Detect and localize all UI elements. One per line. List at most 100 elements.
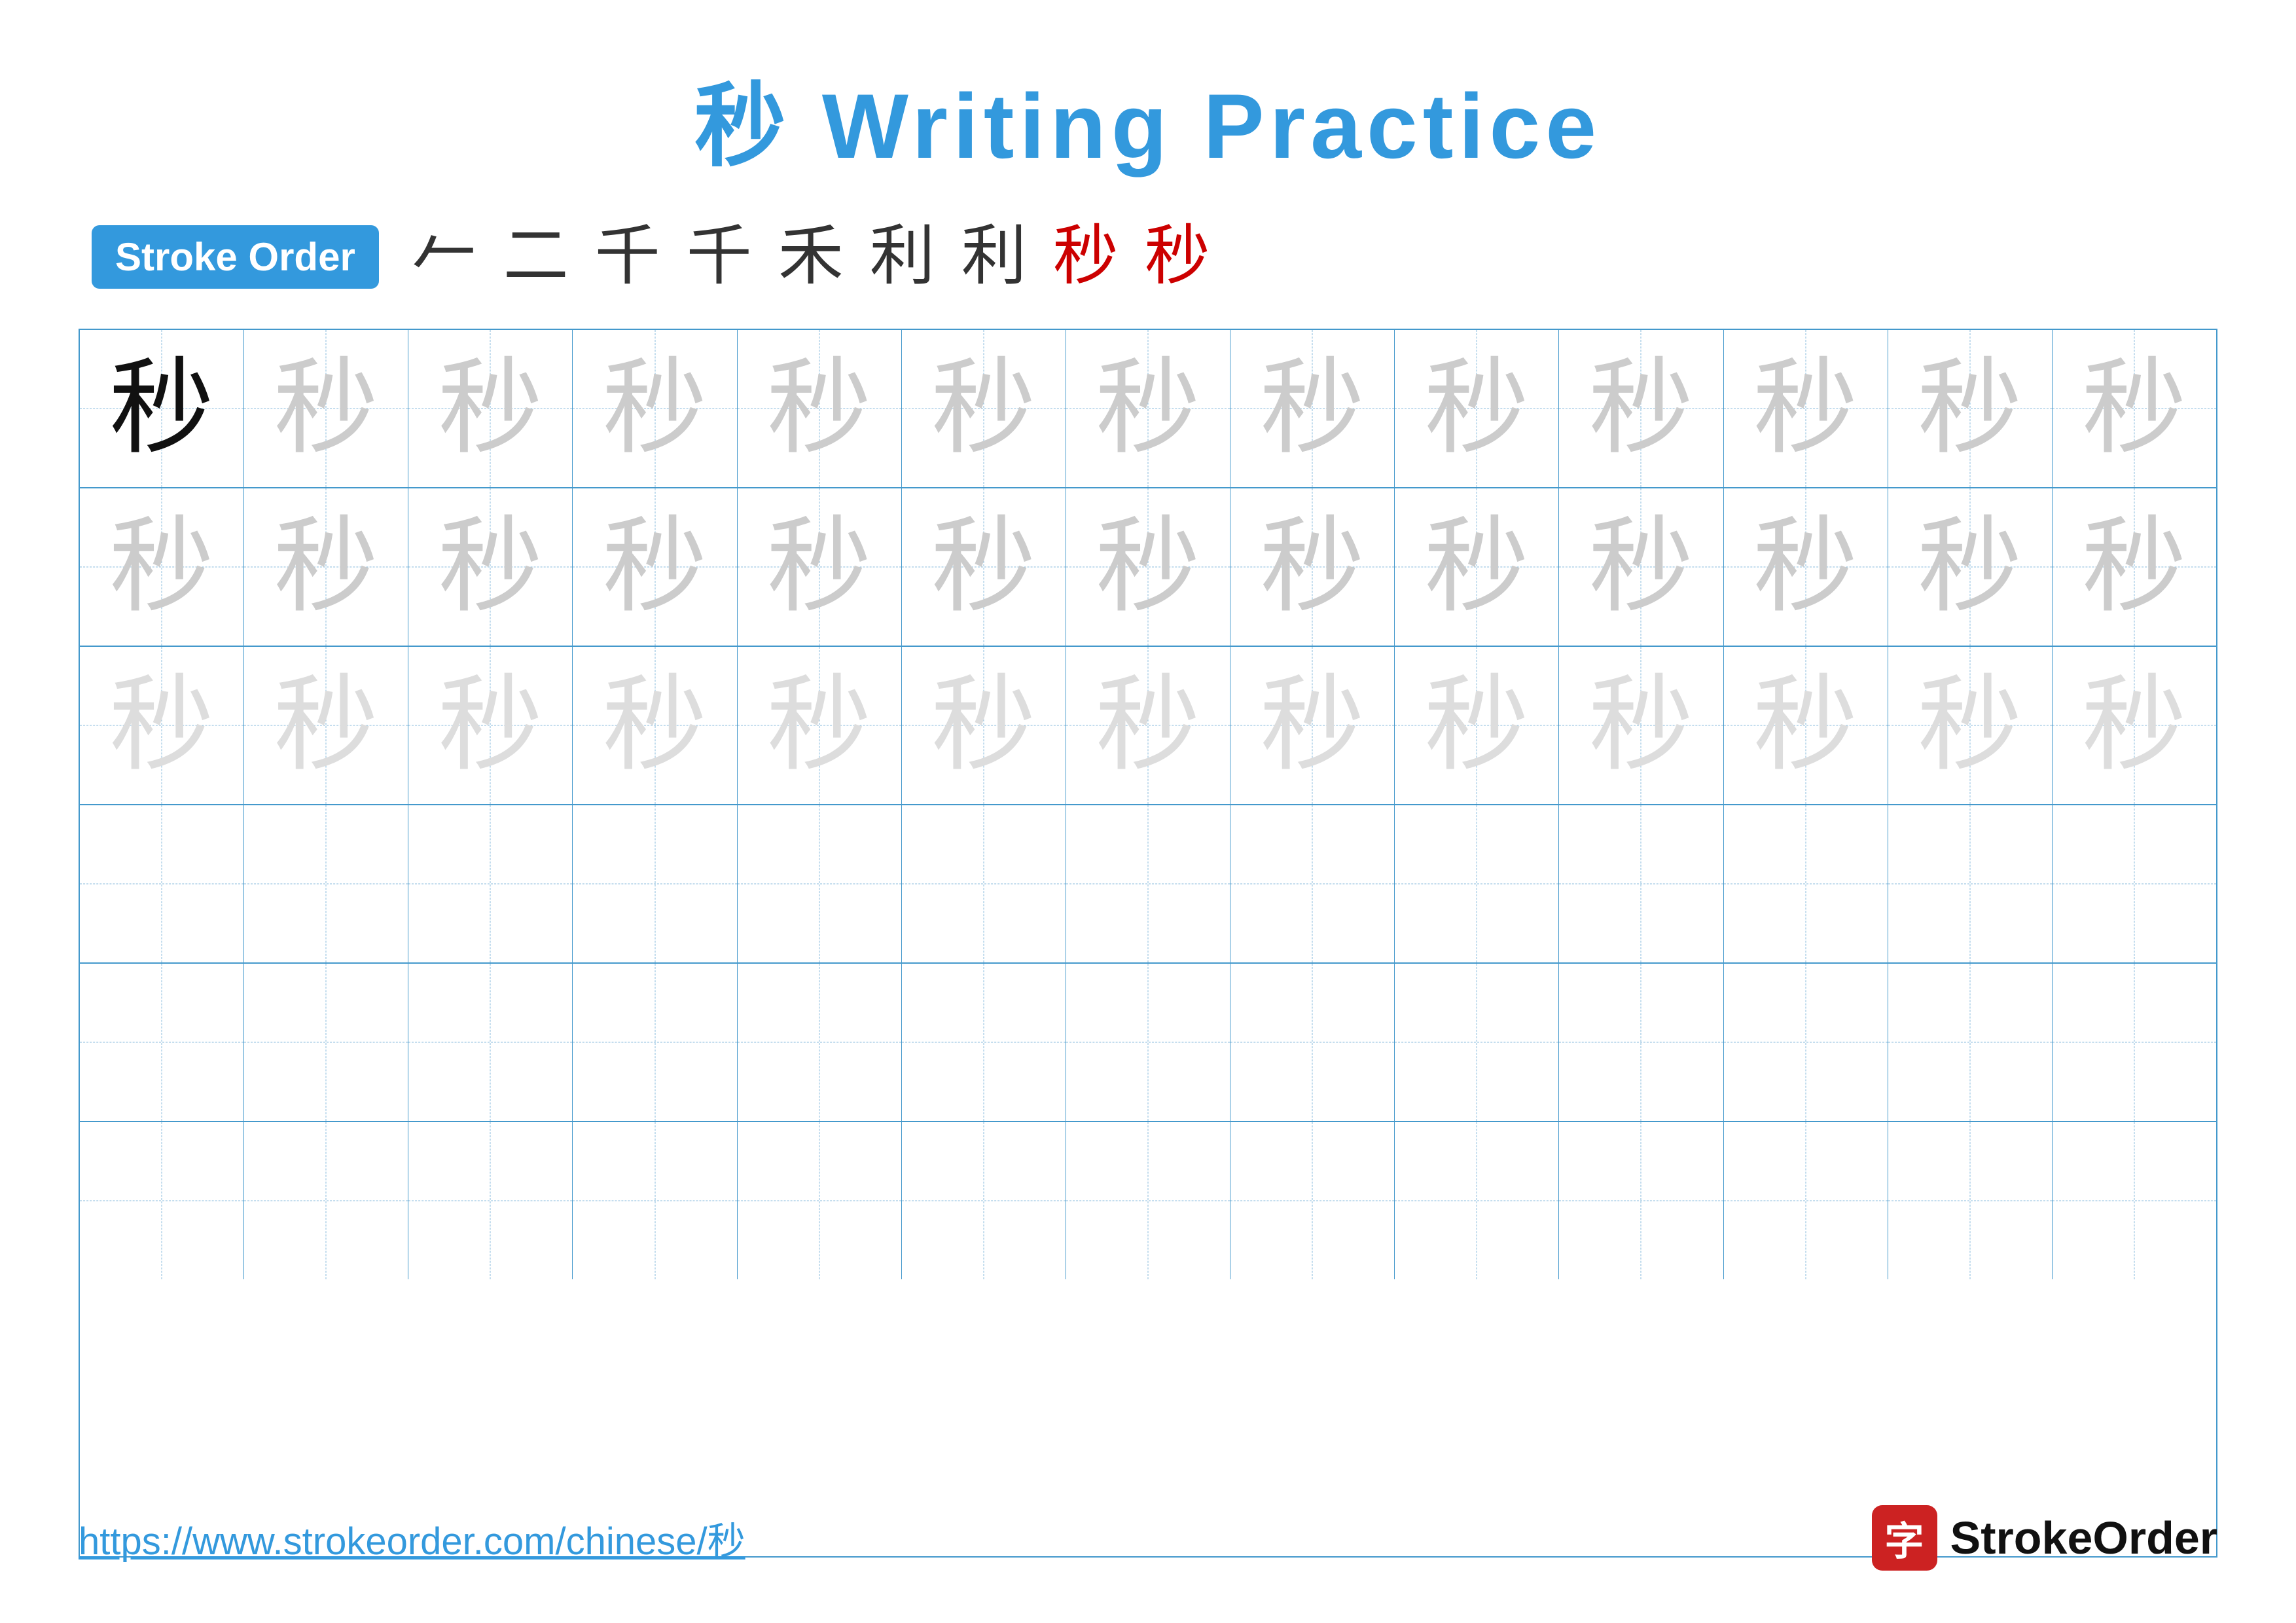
page: 秒 Writing Practice Stroke Order 𠂉 二 千 千 … [0, 0, 2296, 1623]
grid-cell-2-6[interactable]: 秒 [902, 488, 1066, 646]
grid-cell-6-1[interactable] [80, 1122, 244, 1279]
grid-cell-3-11[interactable]: 秒 [1724, 647, 1888, 804]
grid-cell-5-9[interactable] [1395, 964, 1559, 1121]
grid-cell-3-4[interactable]: 秒 [573, 647, 737, 804]
grid-cell-5-13[interactable] [2053, 964, 2216, 1121]
grid-cell-3-6[interactable]: 秒 [902, 647, 1066, 804]
grid-row-6 [80, 1122, 2216, 1279]
grid-cell-4-2[interactable] [244, 805, 408, 962]
grid-cell-2-11[interactable]: 秒 [1724, 488, 1888, 646]
stroke-step-1: 𠂉 [412, 224, 477, 289]
grid-cell-6-2[interactable] [244, 1122, 408, 1279]
grid-cell-4-1[interactable] [80, 805, 244, 962]
grid-cell-4-3[interactable] [408, 805, 573, 962]
grid-cell-4-7[interactable] [1066, 805, 1230, 962]
grid-cell-4-13[interactable] [2053, 805, 2216, 962]
stroke-step-6: 利 [870, 224, 935, 289]
grid-cell-5-11[interactable] [1724, 964, 1888, 1121]
grid-cell-2-7[interactable]: 秒 [1066, 488, 1230, 646]
grid-cell-5-10[interactable] [1559, 964, 1723, 1121]
stroke-order-row: Stroke Order 𠂉 二 千 千 禾 利 利 秒 秒 [79, 224, 2217, 289]
grid-cell-3-7[interactable]: 秒 [1066, 647, 1230, 804]
grid-cell-1-9[interactable]: 秒 [1395, 330, 1559, 487]
grid-cell-2-13[interactable]: 秒 [2053, 488, 2216, 646]
grid-cell-5-7[interactable] [1066, 964, 1230, 1121]
grid-cell-1-5[interactable]: 秒 [738, 330, 902, 487]
stroke-step-7: 利 [961, 224, 1027, 289]
grid-cell-2-12[interactable]: 秒 [1888, 488, 2053, 646]
grid-cell-2-9[interactable]: 秒 [1395, 488, 1559, 646]
footer-logo: 字 StrokeOrder [1872, 1505, 2217, 1571]
grid-cell-4-9[interactable] [1395, 805, 1559, 962]
grid-cell-6-8[interactable] [1230, 1122, 1395, 1279]
grid-cell-1-6[interactable]: 秒 [902, 330, 1066, 487]
grid-cell-1-4[interactable]: 秒 [573, 330, 737, 487]
grid-cell-1-2[interactable]: 秒 [244, 330, 408, 487]
char-solid: 秒 [109, 356, 214, 461]
grid-row-1: 秒 秒 秒 秒 秒 秒 秒 秒 秒 秒 秒 秒 秒 [80, 330, 2216, 488]
grid-cell-6-9[interactable] [1395, 1122, 1559, 1279]
writing-grid: 秒 秒 秒 秒 秒 秒 秒 秒 秒 秒 秒 秒 秒 秒 秒 秒 秒 秒 秒 秒 … [79, 329, 2217, 1558]
stroke-step-4: 千 [687, 224, 752, 289]
grid-cell-4-8[interactable] [1230, 805, 1395, 962]
grid-cell-1-8[interactable]: 秒 [1230, 330, 1395, 487]
grid-cell-5-4[interactable] [573, 964, 737, 1121]
grid-cell-5-12[interactable] [1888, 964, 2053, 1121]
grid-cell-2-8[interactable]: 秒 [1230, 488, 1395, 646]
grid-cell-6-3[interactable] [408, 1122, 573, 1279]
title-chinese: 秒 [694, 75, 791, 177]
grid-cell-2-10[interactable]: 秒 [1559, 488, 1723, 646]
grid-cell-2-4[interactable]: 秒 [573, 488, 737, 646]
grid-cell-6-10[interactable] [1559, 1122, 1723, 1279]
grid-cell-5-2[interactable] [244, 964, 408, 1121]
grid-cell-1-10[interactable]: 秒 [1559, 330, 1723, 487]
grid-cell-3-13[interactable]: 秒 [2053, 647, 2216, 804]
grid-cell-4-10[interactable] [1559, 805, 1723, 962]
grid-row-2: 秒 秒 秒 秒 秒 秒 秒 秒 秒 秒 秒 秒 秒 [80, 488, 2216, 647]
grid-cell-3-2[interactable]: 秒 [244, 647, 408, 804]
grid-cell-2-2[interactable]: 秒 [244, 488, 408, 646]
grid-cell-6-13[interactable] [2053, 1122, 2216, 1279]
footer: https://www.strokeorder.com/chinese/秒 字 … [79, 1505, 2217, 1571]
grid-cell-6-12[interactable] [1888, 1122, 2053, 1279]
grid-cell-2-1[interactable]: 秒 [80, 488, 244, 646]
grid-cell-6-6[interactable] [902, 1122, 1066, 1279]
stroke-step-3: 千 [595, 224, 660, 289]
stroke-steps: 𠂉 二 千 千 禾 利 利 秒 秒 [412, 224, 1210, 289]
grid-cell-4-11[interactable] [1724, 805, 1888, 962]
page-title: 秒 Writing Practice [694, 52, 1602, 185]
grid-cell-1-11[interactable]: 秒 [1724, 330, 1888, 487]
title-english: Writing Practice [822, 75, 1602, 177]
grid-cell-1-7[interactable]: 秒 [1066, 330, 1230, 487]
grid-cell-3-8[interactable]: 秒 [1230, 647, 1395, 804]
grid-cell-3-9[interactable]: 秒 [1395, 647, 1559, 804]
grid-cell-3-5[interactable]: 秒 [738, 647, 902, 804]
grid-row-3: 秒 秒 秒 秒 秒 秒 秒 秒 秒 秒 秒 秒 秒 [80, 647, 2216, 805]
grid-cell-5-8[interactable] [1230, 964, 1395, 1121]
grid-cell-2-3[interactable]: 秒 [408, 488, 573, 646]
grid-cell-1-1[interactable]: 秒 [80, 330, 244, 487]
grid-cell-1-3[interactable]: 秒 [408, 330, 573, 487]
grid-cell-1-13[interactable]: 秒 [2053, 330, 2216, 487]
grid-cell-3-1[interactable]: 秒 [80, 647, 244, 804]
grid-cell-6-11[interactable] [1724, 1122, 1888, 1279]
grid-cell-3-12[interactable]: 秒 [1888, 647, 2053, 804]
grid-cell-5-3[interactable] [408, 964, 573, 1121]
grid-row-5 [80, 964, 2216, 1122]
grid-cell-2-5[interactable]: 秒 [738, 488, 902, 646]
grid-cell-4-6[interactable] [902, 805, 1066, 962]
stroke-step-5: 禾 [778, 224, 844, 289]
grid-cell-5-1[interactable] [80, 964, 244, 1121]
grid-cell-3-3[interactable]: 秒 [408, 647, 573, 804]
grid-cell-5-5[interactable] [738, 964, 902, 1121]
grid-cell-5-6[interactable] [902, 964, 1066, 1121]
grid-cell-3-10[interactable]: 秒 [1559, 647, 1723, 804]
footer-url[interactable]: https://www.strokeorder.com/chinese/秒 [79, 1510, 745, 1565]
grid-cell-6-4[interactable] [573, 1122, 737, 1279]
grid-cell-1-12[interactable]: 秒 [1888, 330, 2053, 487]
grid-cell-4-5[interactable] [738, 805, 902, 962]
grid-cell-6-5[interactable] [738, 1122, 902, 1279]
grid-cell-4-4[interactable] [573, 805, 737, 962]
grid-cell-6-7[interactable] [1066, 1122, 1230, 1279]
grid-cell-4-12[interactable] [1888, 805, 2053, 962]
